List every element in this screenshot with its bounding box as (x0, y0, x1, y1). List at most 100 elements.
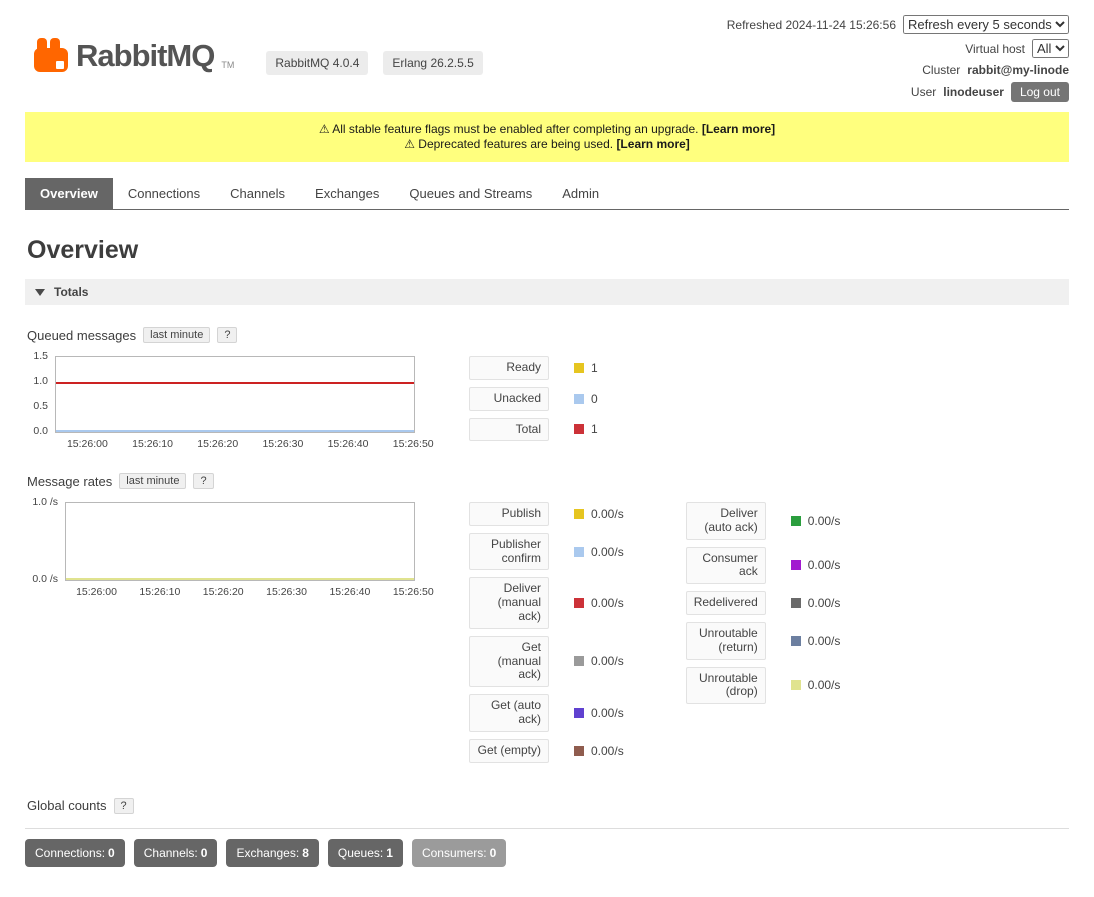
legend-value: 0.00/s (591, 596, 624, 610)
tab-overview[interactable]: Overview (25, 178, 113, 209)
totals-section-header[interactable]: Totals (25, 279, 1069, 305)
legend-label: Deliver (auto ack) (686, 502, 766, 540)
badge-value: 0 (201, 846, 208, 860)
connections-count-badge: Connections:0 (25, 839, 125, 867)
legend-row-consumer-ack: Consumer ack 0.00/s (686, 547, 841, 585)
legend-label: Ready (469, 356, 549, 380)
legend-row-ready: Ready 1 (469, 356, 598, 380)
legend-color-swatch (791, 680, 801, 690)
user-label: User (911, 85, 936, 99)
badge-value: 8 (302, 846, 309, 860)
rabbitmq-version-badge: RabbitMQ 4.0.4 (266, 51, 368, 75)
queued-help-icon[interactable]: ? (217, 327, 237, 343)
queued-messages-title: Queued messages (27, 328, 136, 343)
tab-connections[interactable]: Connections (113, 178, 215, 209)
legend-row-unroutable-drop: Unroutable (drop) 0.00/s (686, 667, 841, 705)
chart-x-axis: 15:26:0015:26:1015:26:2015:26:3015:26:40… (65, 581, 415, 599)
legend-row-deliver-auto-ack: Deliver (auto ack) 0.00/s (686, 502, 841, 540)
virtual-host-label: Virtual host (965, 42, 1025, 56)
badge-label: Exchanges: (236, 846, 299, 860)
deprecated-features-warning-text: ⚠ Deprecated features are being used. (404, 137, 613, 151)
tab-exchanges[interactable]: Exchanges (300, 178, 394, 209)
queued-messages-chart: 1.51.00.50.0 15:26:0015:26:1015:26:2015:… (25, 356, 417, 451)
legend-row-redelivered: Redelivered 0.00/s (686, 591, 841, 615)
user-name: linodeuser (943, 85, 1004, 99)
queued-messages-block: 1.51.00.50.0 15:26:0015:26:1015:26:2015:… (25, 356, 1069, 451)
legend-label: Deliver (manual ack) (469, 577, 549, 628)
legend-value: 0.00/s (808, 634, 841, 648)
chart-y-axis: 1.0 /s0.0 /s (25, 502, 65, 599)
legend-row-unroutable-return: Unroutable (return) 0.00/s (686, 622, 841, 660)
legend-color-swatch (574, 394, 584, 404)
feature-flags-warning-text: ⚠ All stable feature flags must be enabl… (319, 122, 699, 136)
erlang-version-badge: Erlang 26.2.5.5 (383, 51, 482, 75)
legend-value: 0.00/s (808, 678, 841, 692)
rates-period-badge[interactable]: last minute (119, 473, 186, 489)
cluster-label: Cluster (922, 63, 960, 77)
refreshed-timestamp: Refreshed 2024-11-24 15:26:56 (727, 18, 896, 32)
deprecated-learn-more-link[interactable]: [Learn more] (616, 137, 689, 151)
legend-value: 0 (591, 392, 598, 406)
exchanges-count-badge: Exchanges:8 (226, 839, 318, 867)
legend-value: 0.00/s (808, 514, 841, 528)
feature-flags-learn-more-link[interactable]: [Learn more] (702, 122, 775, 136)
chart-x-axis: 15:26:0015:26:1015:26:2015:26:3015:26:40… (55, 433, 415, 451)
legend-color-swatch (574, 746, 584, 756)
page-title: Overview (27, 236, 1069, 265)
channels-count-badge: Channels:0 (134, 839, 218, 867)
chart-y-axis: 1.51.00.50.0 (25, 356, 55, 451)
header-status-area: Refreshed 2024-11-24 15:26:56 Refresh ev… (727, 12, 1069, 102)
legend-color-swatch (574, 656, 584, 666)
collapse-triangle-icon (35, 289, 45, 296)
header: RabbitMQ TM RabbitMQ 4.0.4 Erlang 26.2.5… (25, 0, 1069, 102)
legend-label: Publisher confirm (469, 533, 549, 571)
badge-label: Connections: (35, 846, 105, 860)
legend-row-unacked: Unacked 0 (469, 387, 598, 411)
tab-queues-and-streams[interactable]: Queues and Streams (394, 178, 547, 209)
legend-color-swatch (574, 547, 584, 557)
virtual-host-select[interactable]: All (1032, 39, 1069, 58)
legend-color-swatch (574, 363, 584, 373)
badge-value: 0 (490, 846, 497, 860)
legend-color-swatch (791, 598, 801, 608)
legend-value: 1 (591, 422, 598, 436)
badge-value: 0 (108, 846, 115, 860)
tab-admin[interactable]: Admin (547, 178, 614, 209)
warning-line: ⚠ Deprecated features are being used. [L… (35, 137, 1059, 152)
queued-messages-title-row: Queued messages last minute ? (27, 327, 1069, 343)
legend-label: Redelivered (686, 591, 766, 615)
legend-label: Unroutable (drop) (686, 667, 766, 705)
version-badges: RabbitMQ 4.0.4 Erlang 26.2.5.5 (266, 51, 482, 75)
legend-row-deliver-manual-ack: Deliver (manual ack) 0.00/s (469, 577, 624, 628)
message-rates-legend-col1: Publish 0.00/s Publisher confirm 0.00/s … (469, 502, 624, 770)
chart-plot-area (55, 356, 415, 433)
legend-label: Consumer ack (686, 547, 766, 585)
queued-period-badge[interactable]: last minute (143, 327, 210, 343)
logout-button[interactable]: Log out (1011, 82, 1069, 102)
legend-label: Total (469, 418, 549, 442)
message-rates-block: 1.0 /s0.0 /s 15:26:0015:26:1015:26:2015:… (25, 502, 1069, 770)
rabbitmq-logo[interactable]: RabbitMQ TM (25, 36, 234, 79)
tab-channels[interactable]: Channels (215, 178, 300, 209)
message-rates-chart: 1.0 /s0.0 /s 15:26:0015:26:1015:26:2015:… (25, 502, 417, 599)
refresh-interval-select[interactable]: Refresh every 5 seconds (903, 15, 1069, 34)
legend-value: 0.00/s (591, 654, 624, 668)
totals-section-label: Totals (54, 285, 88, 299)
brand-wordmark: RabbitMQ (76, 36, 214, 76)
legend-color-swatch (574, 708, 584, 718)
message-rates-title-row: Message rates last minute ? (27, 473, 1069, 489)
legend-color-swatch (574, 509, 584, 519)
rates-help-icon[interactable]: ? (193, 473, 213, 489)
legend-color-swatch (791, 516, 801, 526)
legend-row-get-empty: Get (empty) 0.00/s (469, 739, 624, 763)
legend-label: Unroutable (return) (686, 622, 766, 660)
legend-color-swatch (791, 636, 801, 646)
message-rates-legend-col2: Deliver (auto ack) 0.00/s Consumer ack 0… (686, 502, 841, 711)
rabbitmq-logo-icon (33, 36, 69, 79)
global-counts-title: Global counts (27, 798, 107, 813)
queued-messages-legend: Ready 1 Unacked 0 Total 1 (469, 356, 598, 448)
chart-plot-area (65, 502, 415, 581)
global-counts-help-icon[interactable]: ? (114, 798, 134, 814)
legend-color-swatch (574, 598, 584, 608)
page: RabbitMQ TM RabbitMQ 4.0.4 Erlang 26.2.5… (0, 0, 1094, 897)
